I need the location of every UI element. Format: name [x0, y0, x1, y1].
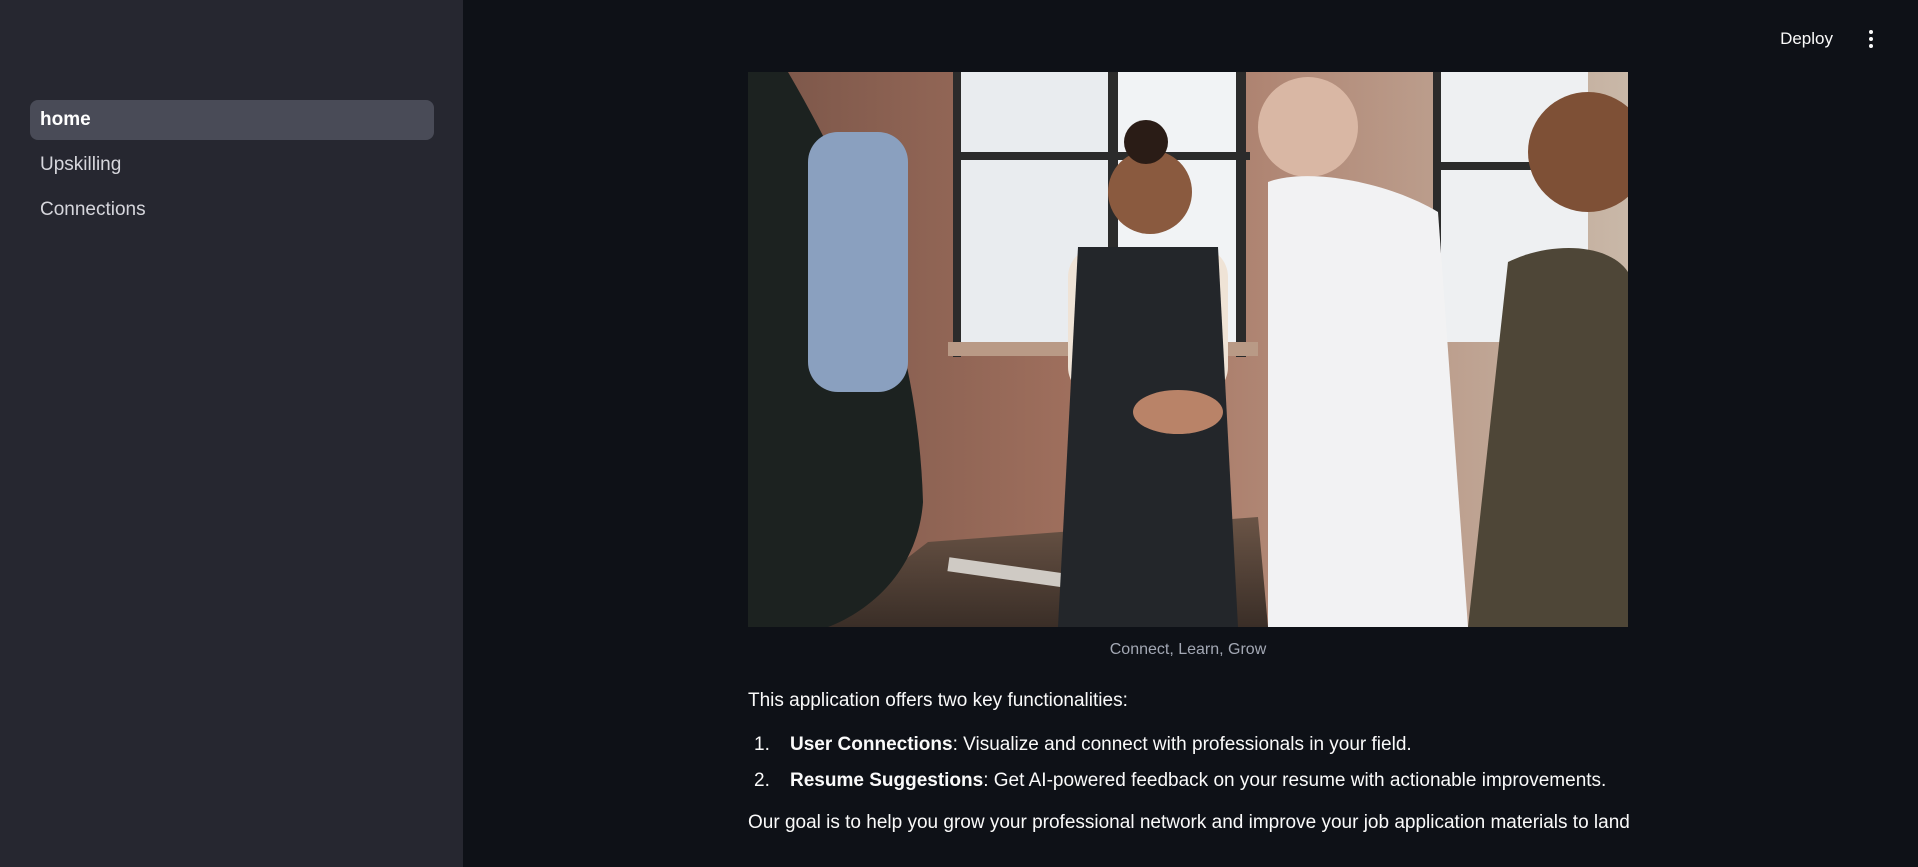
- feature-title: User Connections: [790, 734, 953, 755]
- main-content: This application offers two key function…: [748, 688, 1648, 836]
- sidebar-item-connections[interactable]: Connections: [30, 190, 434, 230]
- hero-image: [748, 72, 1628, 627]
- features-list: 1. User Connections: Visualize and conne…: [748, 732, 1648, 794]
- list-number: 2.: [754, 770, 770, 791]
- hero-caption: Connect, Learn, Grow: [1109, 641, 1267, 658]
- goal-text: Our goal is to help you grow your profes…: [748, 812, 1630, 833]
- kebab-menu-icon[interactable]: [1864, 30, 1878, 52]
- list-item: 1. User Connections: Visualize and conne…: [748, 732, 1648, 758]
- feature-text: : Get AI-powered feedback on your resume…: [983, 770, 1607, 791]
- sidebar-item-upskilling[interactable]: Upskilling: [30, 145, 434, 185]
- sidebar: home Upskilling Connections: [0, 0, 463, 867]
- intro-text: This application offers two key function…: [748, 690, 1128, 711]
- feature-text: : Visualize and connect with professiona…: [952, 734, 1412, 755]
- list-item: 2. Resume Suggestions: Get AI-powered fe…: [748, 768, 1648, 794]
- sidebar-nav: home Upskilling Connections: [30, 100, 434, 235]
- sidebar-item-home[interactable]: home: [30, 100, 434, 140]
- feature-title: Resume Suggestions: [790, 770, 984, 791]
- list-number: 1.: [754, 734, 770, 755]
- deploy-button[interactable]: Deploy: [1774, 28, 1839, 50]
